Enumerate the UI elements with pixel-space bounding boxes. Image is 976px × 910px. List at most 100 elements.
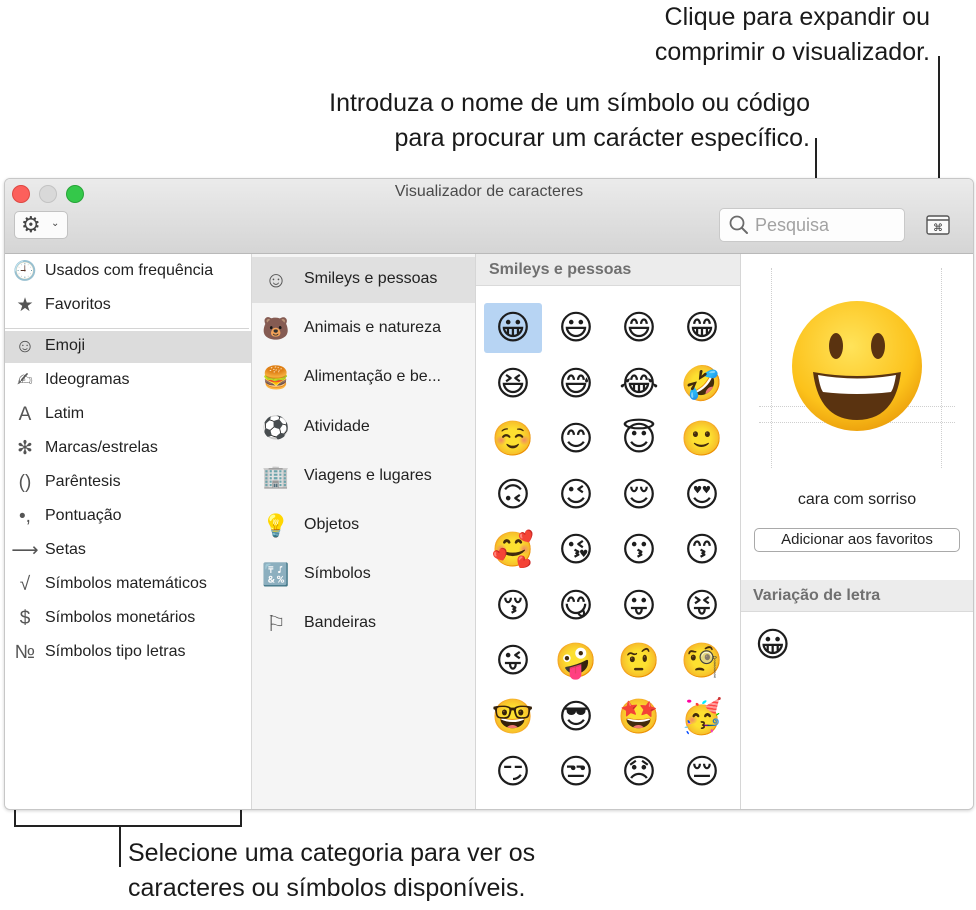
search-input[interactable]: Pesquisa: [755, 215, 829, 236]
emoji-category-0[interactable]: ☺ Smileys e pessoas: [252, 257, 475, 303]
sidebar-item-label: Parêntesis: [45, 473, 121, 490]
emoji-cell[interactable]: 😊: [547, 414, 605, 464]
emoji-cell[interactable]: 😘: [547, 525, 605, 575]
emoji-category-7[interactable]: ⚐ Bandeiras: [252, 601, 475, 647]
sidebar-item-latim[interactable]: A Latim: [5, 399, 251, 431]
emoji-cell[interactable]: 😌: [610, 470, 668, 520]
emoji-cell[interactable]: 🥳: [673, 692, 731, 742]
sidebar-item-parêntesis[interactable]: () Parêntesis: [5, 467, 251, 499]
sidebar-item-emoji[interactable]: ☺ Emoji: [5, 331, 251, 363]
sidebar-item-favoritos[interactable]: ★ Favoritos: [5, 290, 251, 322]
sidebar-item-marcas-estrelas[interactable]: ✻ Marcas/estrelas: [5, 433, 251, 465]
category-bracket-stem: [119, 827, 121, 867]
emoji-cell[interactable]: 🙃: [484, 470, 542, 520]
emoji-category-6[interactable]: 🔣 Símbolos: [252, 552, 475, 598]
callout-toggle-line-2: comprimir o visualizador.: [654, 38, 930, 66]
emoji-cell[interactable]: 😄: [610, 303, 668, 353]
action-menu-button[interactable]: ⚙ ⌄: [14, 211, 68, 239]
emoji-cell[interactable]: 😔: [673, 747, 731, 797]
collapse-viewer-button[interactable]: ⌘: [925, 213, 951, 237]
sidebar-item-símbolos-monetários[interactable]: $ Símbolos monetários: [5, 603, 251, 635]
emoji-category-1[interactable]: 🐻 Animais e natureza: [252, 306, 475, 352]
emoji-cell[interactable]: 😅: [547, 359, 605, 409]
sidebar-item-usados-com-frequência[interactable]: 🕘 Usados com frequência: [5, 256, 251, 288]
sidebar-item-label: Marcas/estrelas: [45, 439, 158, 456]
emoji-category-3[interactable]: ⚽ Atividade: [252, 405, 475, 451]
emoji-cell[interactable]: 😛: [610, 581, 668, 631]
emoji-cell[interactable]: 😍: [673, 470, 731, 520]
emoji-cell[interactable]: 😇: [610, 414, 668, 464]
emoji-category-5[interactable]: 💡 Objetos: [252, 503, 475, 549]
category-bracket-bar: [14, 825, 242, 827]
emoji-category-label: Objetos: [304, 516, 360, 533]
emoji-category-2[interactable]: 🍔 Alimentação e be...: [252, 355, 475, 401]
letter-variation-header: Variação de letra: [741, 580, 973, 612]
add-to-favorites-button[interactable]: Adicionar aos favoritos: [754, 528, 960, 552]
emoji-category-label: Animais e natureza: [304, 319, 441, 337]
emoji-cell[interactable]: 😀: [484, 303, 542, 353]
emoji-cell[interactable]: 😗: [610, 525, 668, 575]
emoji-cell[interactable]: 😚: [484, 581, 542, 631]
buildings-icon: 🏢: [262, 463, 290, 489]
emoji-cell[interactable]: 😋: [547, 581, 605, 631]
emoji-cell[interactable]: 😂: [610, 359, 668, 409]
emoji-cell[interactable]: 😒: [547, 747, 605, 797]
emoji-category-label: Atividade: [304, 417, 370, 435]
category-sidebar: 🕘 Usados com frequência ★ Favoritos ☺ Emoji ✍ I…: [5, 254, 252, 809]
sidebar-item-setas[interactable]: ⟶ Setas: [5, 535, 251, 567]
search-field[interactable]: Pesquisa: [719, 208, 905, 242]
window-title: Visualizador de caracteres: [394, 183, 584, 200]
sidebar-item-símbolos-matemáticos[interactable]: √ Símbolos matemáticos: [5, 569, 251, 601]
emoji-cell[interactable]: 🤨: [610, 636, 668, 686]
emoji-cell[interactable]: 😝: [673, 581, 731, 631]
emoji-cell[interactable]: ☺️: [484, 414, 542, 464]
smiley-outline-icon: ☺: [264, 267, 288, 292]
emoji-cell[interactable]: 😙: [673, 525, 731, 575]
emoji-cell[interactable]: 🤓: [484, 692, 542, 742]
emoji-cell[interactable]: 🥰: [484, 525, 542, 575]
callout-category: Selecione uma categoria para ver os cara…: [128, 836, 535, 906]
emoji-category-label: Bandeiras: [304, 614, 377, 632]
emoji-grid-panel: Smileys e pessoas 😀 😃 😄 😁 😆 😅 😂 🤣 ☺️ 😊 😇 🙂 🙃 😉 😌 😍 🥰 😘 😗 😙 😚…: [476, 254, 741, 809]
star-icon: ★: [16, 295, 34, 316]
sidebar-item-label: Setas: [45, 541, 86, 558]
emoji-cell[interactable]: 😞: [610, 747, 668, 797]
numero-icon: №: [14, 642, 36, 663]
emoji-cell[interactable]: 🙂: [673, 414, 731, 464]
emoji-cell[interactable]: 😆: [484, 359, 542, 409]
emoji-cell[interactable]: 🧐: [673, 636, 731, 686]
emoji-category-4[interactable]: 🏢 Viagens e lugares: [252, 454, 475, 500]
emoji-cell[interactable]: 🤩: [610, 692, 668, 742]
sidebar-item-ideogramas[interactable]: ✍ Ideogramas: [5, 365, 251, 397]
guide-line: [771, 268, 772, 468]
emoji-cell[interactable]: 😁: [673, 303, 731, 353]
sidebar-item-label: Símbolos tipo letras: [45, 643, 186, 660]
emoji-category-label: Viagens e lugares: [304, 466, 432, 484]
lightbulb-icon: 💡: [262, 513, 290, 538]
emoji-cell[interactable]: 🤣: [673, 359, 731, 409]
sidebar-item-label: Favoritos: [45, 296, 111, 313]
clock-icon: 🕘: [13, 261, 37, 282]
variation-emoji[interactable]: 😀: [755, 625, 790, 665]
character-preview-grinning-face: [792, 301, 922, 431]
sidebar-separator: [5, 328, 249, 329]
latin-a-icon: A: [18, 404, 32, 425]
emoji-cell[interactable]: 😃: [547, 303, 605, 353]
emoji-cell[interactable]: 😜: [484, 636, 542, 686]
svg-text:⌘: ⌘: [933, 223, 943, 234]
emoji-cell[interactable]: 😎: [547, 692, 605, 742]
sidebar-item-símbolos-tipo-letras[interactable]: № Símbolos tipo letras: [5, 637, 251, 669]
emoji-category-label: Smileys e pessoas: [304, 270, 438, 287]
command-window-icon: ⌘: [926, 215, 950, 235]
emoji-cell[interactable]: 😏: [484, 747, 542, 797]
toolbar: Visualizador de caracteres ⚙ ⌄ Pesquisa …: [5, 179, 973, 254]
category-bracket-left: [14, 810, 16, 827]
chevron-down-icon: ⌄: [51, 218, 60, 229]
emoji-cell[interactable]: 😉: [547, 470, 605, 520]
character-name: cara com sorriso: [797, 491, 917, 508]
search-icon: [729, 215, 748, 234]
flag-icon: ⚐: [266, 611, 286, 637]
emoji-cell[interactable]: 🤪: [547, 636, 605, 686]
callout-search-line-1: Introduza o nome de um símbolo ou código: [329, 89, 810, 117]
sidebar-item-pontuação[interactable]: •, Pontuação: [5, 501, 251, 533]
